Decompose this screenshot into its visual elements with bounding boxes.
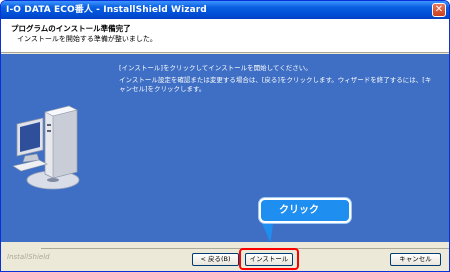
back-button[interactable]: < 戻る(B): [192, 253, 239, 266]
title-bar: I-O DATA ECO番人 - InstallShield Wizard ✕: [1, 1, 449, 19]
header-title: プログラムのインストール準備完了: [11, 24, 131, 33]
computer-illustration-icon: [12, 105, 80, 190]
install-button-highlight: [239, 248, 299, 270]
close-button[interactable]: ✕: [432, 3, 446, 17]
installshield-brand: InstallShield: [7, 253, 50, 261]
click-callout: クリック: [259, 198, 351, 223]
wizard-header: プログラムのインストール準備完了 インストールを開始する準備が整いました。: [1, 19, 449, 53]
cancel-button[interactable]: キャンセル: [390, 253, 441, 266]
window-title: I-O DATA ECO番人 - InstallShield Wizard: [6, 5, 207, 15]
installshield-window: I-O DATA ECO番人 - InstallShield Wizard ✕ …: [0, 0, 450, 272]
wizard-content-panel: [インストール]をクリックしてインストールを開始してください。 インストール設定…: [1, 54, 449, 242]
header-subtitle: インストールを開始する準備が整いました。: [17, 35, 157, 43]
instruction-line-1: [インストール]をクリックしてインストールを開始してください。: [119, 64, 312, 72]
instruction-line-2: インストール設定を確認または変更する場合は、[戻る]をクリックします。ウィザード…: [119, 76, 432, 93]
